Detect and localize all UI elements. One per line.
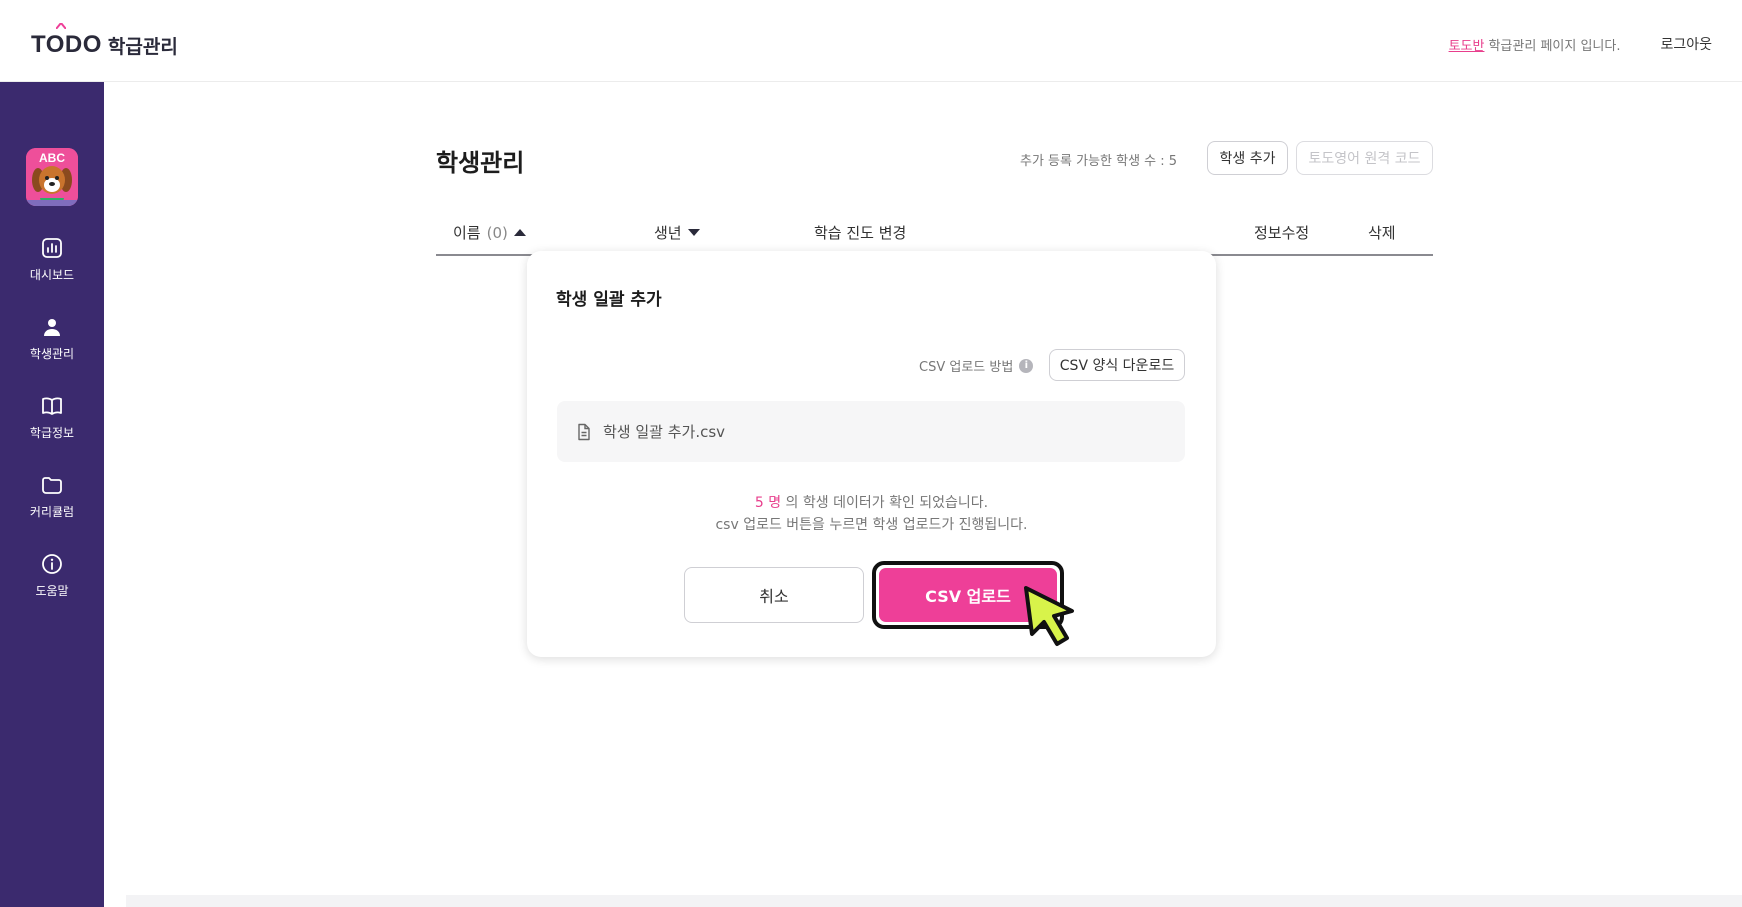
logo[interactable]: TODO 학급관리 xyxy=(31,23,178,60)
sort-down-icon xyxy=(687,229,700,236)
logo-subtitle: 학급관리 xyxy=(107,35,178,58)
bottom-scrollbar[interactable] xyxy=(126,895,1742,907)
sidebar-item-label: 학생관리 xyxy=(29,347,75,361)
page-notice: 토도반 학급관리 페이지 입니다. xyxy=(1448,38,1621,54)
top-bar: TODO 학급관리 토도반 학급관리 페이지 입니다. 로그아웃 xyxy=(0,0,1742,82)
logo-hat-icon xyxy=(56,23,66,29)
selected-file: 학생 일괄 추가.csv xyxy=(557,401,1185,462)
sidebar-item-help[interactable]: 도움말 xyxy=(0,552,104,612)
bulk-add-modal: 학생 일괄 추가 CSV 업로드 방법 i CSV 양식 다운로드 학생 일괄 … xyxy=(527,251,1216,657)
sidebar-item-class-info[interactable]: 학급정보 xyxy=(0,394,104,454)
confirm-message: 5 명 의 학생 데이터가 확인 되었습니다. csv 업로드 버튼을 누르면 … xyxy=(715,495,1028,533)
sidebar-item-students[interactable]: 학생관리 xyxy=(0,315,104,375)
table-header: 이름 (0) 생년 학습 진도 변경 정보수정 삭제 xyxy=(436,216,1433,256)
chart-icon xyxy=(42,238,62,258)
sidebar-item-curriculum[interactable]: 커리큘럼 xyxy=(0,473,104,533)
sidebar-item-dashboard[interactable]: 대시보드 xyxy=(0,236,104,296)
top-right: 토도반 학급관리 페이지 입니다. 로그아웃 xyxy=(1449,34,1712,54)
pointer-cursor-icon xyxy=(1024,586,1074,646)
sidebar-item-label: 학급정보 xyxy=(29,426,75,440)
column-name[interactable]: 이름 (0) xyxy=(453,222,526,243)
file-icon xyxy=(578,423,590,440)
remote-code-button[interactable]: 토도영어 원격 코드 xyxy=(1296,141,1433,175)
student-data-count: 5 명 xyxy=(754,495,782,511)
column-birth[interactable]: 생년 xyxy=(654,222,700,243)
info-icon xyxy=(42,554,62,574)
logout-button[interactable]: 로그아웃 xyxy=(1660,34,1712,54)
book-icon xyxy=(42,397,62,415)
modal-title: 학생 일괄 추가 xyxy=(556,290,662,310)
column-progress: 학습 진도 변경 xyxy=(814,224,907,242)
page-title: 학생관리 xyxy=(436,149,525,177)
folder-icon xyxy=(42,477,62,494)
column-edit: 정보수정 xyxy=(1254,224,1310,242)
avatar[interactable]: ABC xyxy=(26,148,78,206)
sort-up-icon xyxy=(513,229,526,236)
sidebar-item-label: 대시보드 xyxy=(29,268,75,282)
column-delete: 삭제 xyxy=(1368,224,1396,242)
cancel-button[interactable]: 취소 xyxy=(684,567,864,623)
svg-text:ABC: ABC xyxy=(39,151,65,165)
file-name: 학생 일괄 추가.csv xyxy=(603,423,726,441)
csv-help-link[interactable]: CSV 업로드 방법 i xyxy=(919,356,1034,375)
info-icon: i xyxy=(1019,358,1034,373)
logo-text: TODO xyxy=(31,23,102,59)
student-count: (0) xyxy=(486,223,508,242)
sidebar: ABC 대시보드 학생관리 학급정보 커리큘럼 도움말 xyxy=(0,82,104,907)
add-student-button[interactable]: 학생 추가 xyxy=(1207,141,1288,175)
sidebar-item-label: 커리큘럼 xyxy=(29,505,75,519)
sidebar-item-label: 도움말 xyxy=(35,584,69,598)
dog-avatar-icon: ABC xyxy=(26,148,78,206)
class-name-link[interactable]: 토도반 xyxy=(1449,39,1485,54)
available-count: 추가 등록 가능한 학생 수 : 5 xyxy=(1020,154,1178,169)
csv-template-download-button[interactable]: CSV 양식 다운로드 xyxy=(1049,349,1185,381)
person-icon xyxy=(44,319,60,336)
